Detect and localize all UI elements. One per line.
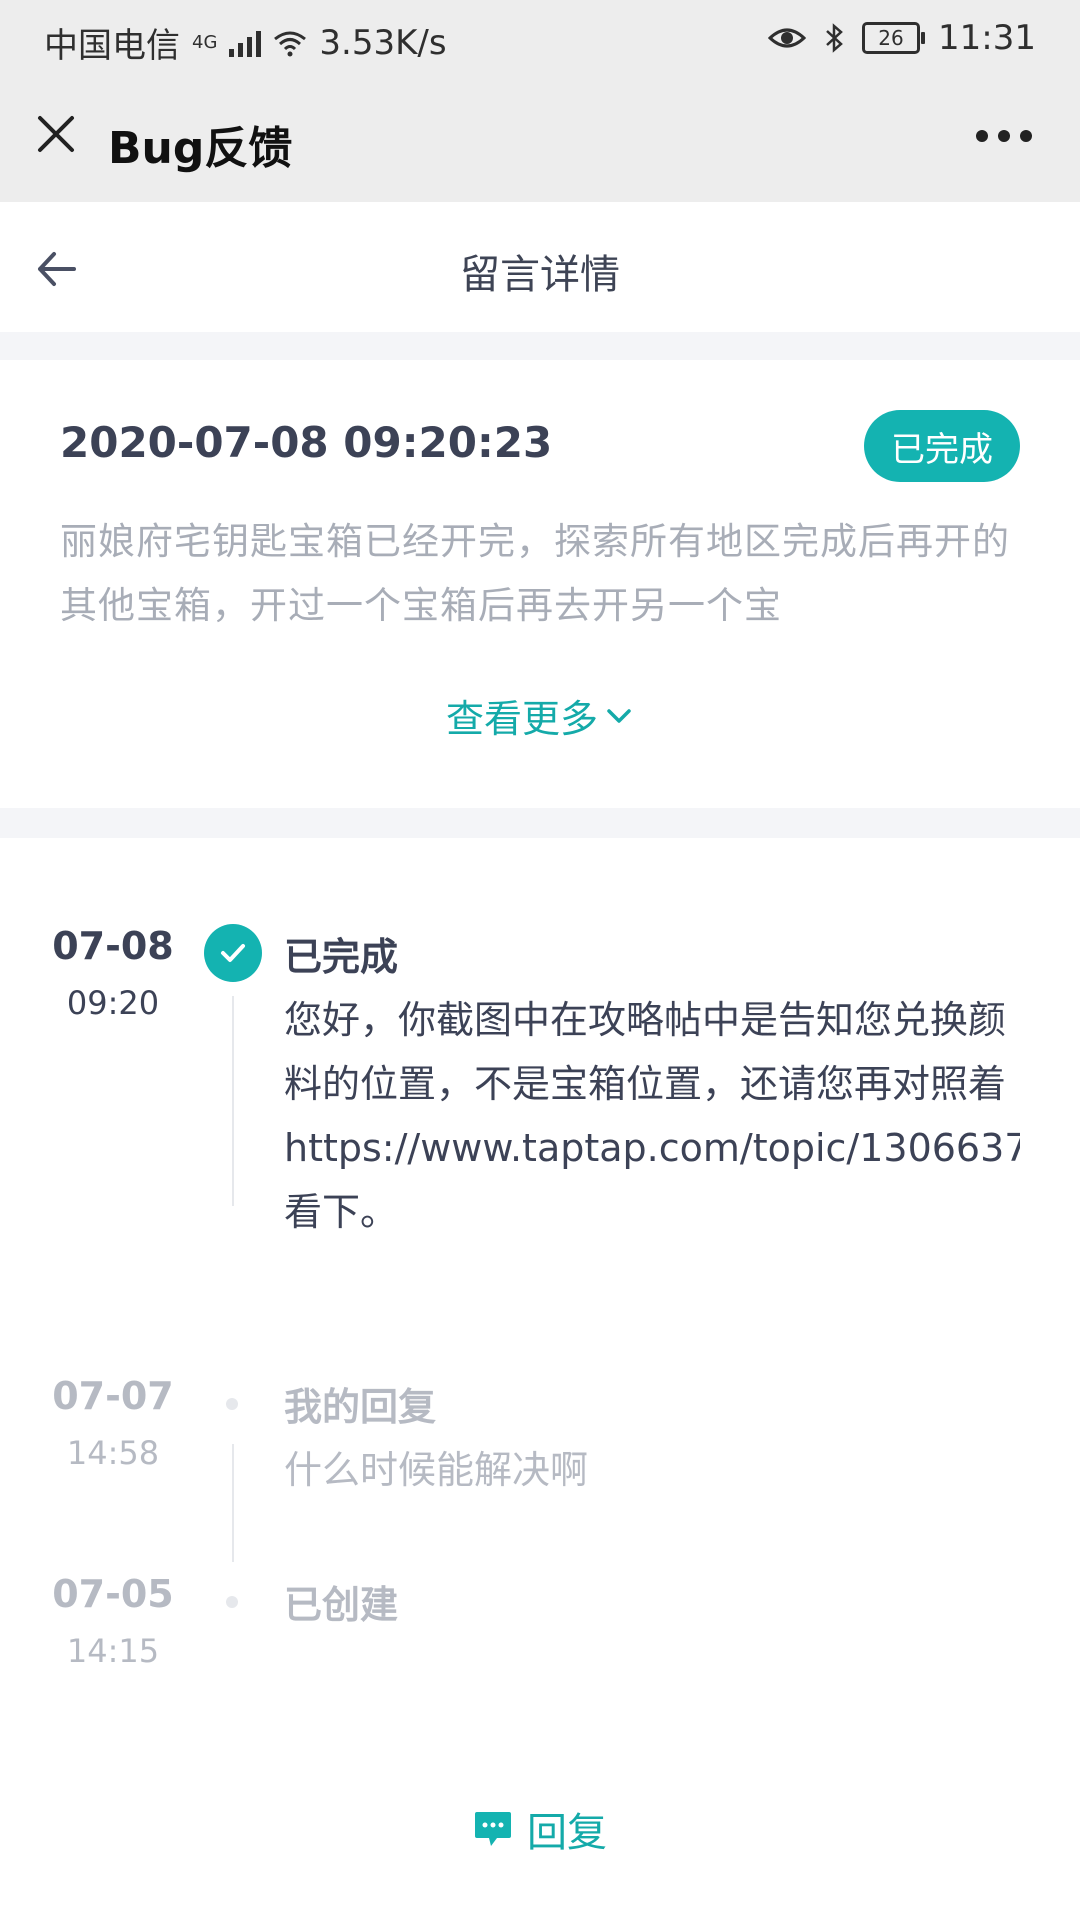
timeline-dot [226, 1596, 238, 1608]
check-circle-icon [204, 924, 262, 982]
app-title: Bug反馈 [108, 123, 293, 174]
feedback-summary-card: 2020-07-08 09:20:23 已完成 丽娘府宅钥匙宝箱已经开完，探索所… [0, 360, 1080, 808]
timeline-title: 已完成 [284, 935, 399, 979]
see-more-link[interactable]: 查看更多 [0, 688, 1080, 743]
app-bar: Bug反馈 [0, 78, 1080, 202]
status-right: 26 11:31 [768, 18, 1036, 58]
wifi-icon [274, 31, 307, 56]
net-speed: 3.53K/s [319, 22, 447, 63]
status-left: 中国电信 4G 3.53K/s [44, 18, 447, 67]
reply-button[interactable]: 回复 [0, 1800, 1080, 1858]
clock: 11:31 [938, 18, 1036, 58]
see-more-label: 查看更多 [445, 697, 598, 741]
timeline-dot [226, 1398, 238, 1410]
more-options-icon[interactable] [976, 130, 1032, 142]
timeline-body: 什么时候能解决啊 [284, 1448, 589, 1492]
status-badge: 已完成 [864, 410, 1020, 482]
timeline-date: 07-05 [52, 1572, 174, 1616]
timeline-connector [232, 996, 234, 1206]
close-icon[interactable] [34, 112, 78, 156]
section-divider [0, 332, 1080, 360]
timeline-date: 07-08 [52, 924, 174, 968]
section-divider [0, 808, 1080, 838]
page-header: 留言详情 [0, 202, 1080, 332]
timeline: 07-08 09:20 已完成 您好，你截图中在攻略帖中是告知您兑换颜料的位置，… [0, 838, 1080, 1738]
timeline-title: 已创建 [284, 1583, 399, 1627]
reply-label: 回复 [527, 1810, 607, 1856]
chevron-down-icon [607, 708, 631, 723]
timeline-time: 14:15 [66, 1632, 160, 1670]
signal-icon [229, 29, 262, 57]
timeline-time: 09:20 [66, 984, 160, 1022]
carrier-label: 中国电信 [44, 26, 180, 66]
bluetooth-icon [826, 23, 843, 53]
battery-icon: 26 [862, 22, 926, 54]
timeline-time: 14:58 [66, 1434, 160, 1472]
feedback-description: 丽娘府宅钥匙宝箱已经开完，探索所有地区完成后再开的其他宝箱，开过一个宝箱后再去开… [60, 520, 1010, 627]
battery-level: 26 [878, 26, 904, 50]
status-bar: 中国电信 4G 3.53K/s 26 11:31 [0, 0, 1080, 78]
timeline-date: 07-07 [52, 1374, 174, 1418]
chat-bubble-icon [475, 1812, 511, 1846]
feedback-datetime: 2020-07-08 09:20:23 [60, 418, 553, 467]
timeline-connector [232, 1444, 234, 1562]
page-title: 留言详情 [460, 252, 620, 298]
network-type: 4G [192, 32, 218, 53]
timeline-title: 我的回复 [284, 1385, 437, 1429]
timeline-body: 您好，你截图中在攻略帖中是告知您兑换颜料的位置，不是宝箱位置，还请您再对照着 h… [284, 998, 1020, 1234]
eye-icon [768, 28, 807, 48]
